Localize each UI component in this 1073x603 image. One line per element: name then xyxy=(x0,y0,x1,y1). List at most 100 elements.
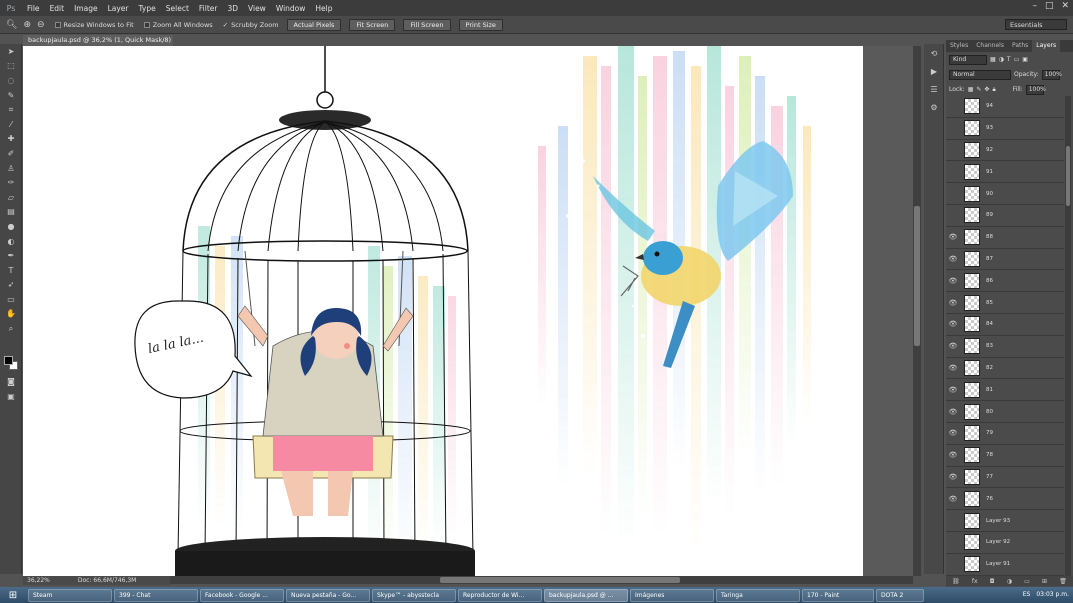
layer-row[interactable]: Layer 93 xyxy=(946,510,1064,532)
brush-tool-icon[interactable]: ✐ xyxy=(0,146,22,161)
crop-tool-icon[interactable]: ⌗ xyxy=(0,102,22,117)
quick-mask-icon[interactable]: ◙ xyxy=(0,374,22,389)
task-paint[interactable]: 170 - Paint xyxy=(802,588,874,602)
menu-image[interactable]: Image xyxy=(69,4,103,13)
menu-view[interactable]: View xyxy=(243,4,271,13)
blur-tool-icon[interactable]: ● xyxy=(0,219,22,234)
layer-row[interactable]: 90 xyxy=(946,183,1064,205)
link-layers-icon[interactable]: ⛓ xyxy=(952,578,960,585)
filter-type-icon[interactable]: T xyxy=(1007,56,1011,63)
quick-select-tool-icon[interactable]: ✎ xyxy=(0,88,22,103)
horizontal-scroll-thumb[interactable] xyxy=(440,577,680,583)
task-facebook[interactable]: Facebook - Google ... xyxy=(200,588,284,602)
scrubby-zoom-checkbox[interactable]: ✓ Scrubby Zoom xyxy=(223,21,279,29)
properties-icon[interactable]: ☰ xyxy=(924,80,944,98)
layer-row[interactable]: Layer 92 xyxy=(946,532,1064,554)
visibility-icon[interactable]: 👁︎ xyxy=(946,495,960,503)
filter-pixel-icon[interactable]: ▦ xyxy=(990,56,996,63)
stamp-tool-icon[interactable]: ♙ xyxy=(0,161,22,176)
close-icon[interactable]: ✕ xyxy=(1061,1,1069,11)
delete-layer-icon[interactable]: 🗑︎ xyxy=(1059,578,1067,585)
visibility-icon[interactable]: 👁︎ xyxy=(946,342,960,350)
path-select-icon[interactable]: ➶ xyxy=(0,278,22,293)
zoom-all-windows-checkbox[interactable]: Zoom All Windows xyxy=(143,21,213,29)
lock-all-icon[interactable]: 🔒︎ xyxy=(992,86,995,94)
kind-filter-select[interactable]: Kind xyxy=(949,54,987,65)
visibility-icon[interactable]: 👁︎ xyxy=(946,451,960,459)
layers-scroll-thumb[interactable] xyxy=(1066,146,1070,206)
zoom-in-icon[interactable]: ⊕ xyxy=(23,20,31,30)
task-skype[interactable]: Skype™ - abysstecla xyxy=(372,588,456,602)
task-new-tab[interactable]: Nueva pestaña - Go... xyxy=(286,588,370,602)
lasso-tool-icon[interactable]: ◌ xyxy=(0,73,22,88)
start-button-icon[interactable]: ⊞ xyxy=(0,587,26,603)
task-photoshop[interactable]: backupjaula.psd @ ... xyxy=(544,588,628,602)
healing-tool-icon[interactable]: ✚ xyxy=(0,132,22,147)
menu-type[interactable]: Type xyxy=(134,4,161,13)
zoom-level[interactable]: 36,22% xyxy=(27,577,50,584)
layer-row[interactable]: 93 xyxy=(946,118,1064,140)
dodge-tool-icon[interactable]: ◐ xyxy=(0,234,22,249)
layer-row[interactable]: 👁︎ 84 xyxy=(946,314,1064,336)
lock-pixels-icon[interactable]: ✎ xyxy=(976,86,981,93)
canvas-vertical-scrollbar[interactable] xyxy=(913,46,921,576)
task-dota[interactable]: DOTA 2 xyxy=(876,588,924,602)
canvas-area[interactable]: la la la... xyxy=(23,46,913,576)
actions-icon[interactable]: ▶ xyxy=(924,62,944,80)
task-steam[interactable]: Steam xyxy=(28,588,112,602)
fill-screen-button[interactable]: Fill Screen xyxy=(403,18,451,31)
eyedropper-tool-icon[interactable]: ⁄ xyxy=(0,117,22,132)
layers-scrollbar[interactable] xyxy=(1065,96,1071,576)
layer-row[interactable]: 👁︎ 83 xyxy=(946,336,1064,358)
fit-screen-button[interactable]: Fit Screen xyxy=(349,18,396,31)
visibility-icon[interactable]: 👁︎ xyxy=(946,386,960,394)
print-size-button[interactable]: Print Size xyxy=(458,18,503,31)
layer-row[interactable]: 94 xyxy=(946,96,1064,118)
layer-row[interactable]: 👁︎ 76 xyxy=(946,488,1064,511)
language-indicator[interactable]: ES xyxy=(1023,589,1031,601)
layer-row[interactable]: 92 xyxy=(946,140,1064,162)
layer-row[interactable]: 👁︎ 79 xyxy=(946,423,1064,445)
adjustments-icon[interactable]: ⚙ xyxy=(924,98,944,116)
shape-tool-icon[interactable]: ▭ xyxy=(0,292,22,307)
menu-filter[interactable]: Filter xyxy=(194,4,223,13)
layer-row[interactable]: 👁︎ 87 xyxy=(946,249,1064,271)
menu-edit[interactable]: Edit xyxy=(45,4,70,13)
blend-mode-select[interactable]: Normal xyxy=(949,69,1011,80)
gradient-tool-icon[interactable]: ▤ xyxy=(0,205,22,220)
tab-styles[interactable]: Styles xyxy=(946,40,972,52)
menu-layer[interactable]: Layer xyxy=(103,4,134,13)
layer-row[interactable]: 89 xyxy=(946,205,1064,227)
resize-windows-checkbox[interactable]: Resize Windows to Fit xyxy=(54,21,134,29)
move-tool-icon[interactable]: ➤ xyxy=(0,44,22,59)
filter-shape-icon[interactable]: ▭ xyxy=(1014,56,1020,63)
maximize-icon[interactable]: □ xyxy=(1045,1,1054,11)
visibility-icon[interactable]: 👁︎ xyxy=(946,233,960,241)
layer-row[interactable]: 👁︎ 82 xyxy=(946,358,1064,380)
filter-adjust-icon[interactable]: ◑ xyxy=(999,56,1004,63)
zoom-out-icon[interactable]: ⊖ xyxy=(37,20,45,30)
layer-row[interactable]: 91 xyxy=(946,161,1064,184)
visibility-icon[interactable]: 👁︎ xyxy=(946,364,960,372)
zoom-tool-panel-icon[interactable]: ⌕ xyxy=(0,321,22,336)
task-taringa[interactable]: Taringa xyxy=(716,588,800,602)
layer-row[interactable]: 👁︎ 86 xyxy=(946,270,1064,293)
visibility-icon[interactable]: 👁︎ xyxy=(946,299,960,307)
add-mask-icon[interactable]: ◘ xyxy=(990,578,995,585)
clock[interactable]: 03:03 p.m. xyxy=(1036,589,1069,601)
menu-3d[interactable]: 3D xyxy=(222,4,243,13)
history-icon[interactable]: ⟲ xyxy=(924,44,944,62)
workspace-select[interactable]: Essentials xyxy=(1005,19,1067,30)
task-chat[interactable]: 399 - Chat xyxy=(114,588,198,602)
layer-row[interactable]: Layer 91 xyxy=(946,554,1064,576)
minimize-icon[interactable]: – xyxy=(1032,1,1037,11)
document-tab[interactable]: backupjaula.psd @ 36,2% (1, Quick Mask/8… xyxy=(23,35,173,55)
eraser-tool-icon[interactable]: ▱ xyxy=(0,190,22,205)
new-layer-icon[interactable]: ⊞ xyxy=(1042,578,1047,585)
canvas-horizontal-scrollbar[interactable] xyxy=(170,576,913,584)
menu-file[interactable]: File xyxy=(22,4,45,13)
lock-position-icon[interactable]: ✥ xyxy=(984,86,989,93)
visibility-icon[interactable]: 👁︎ xyxy=(946,429,960,437)
adjustment-layer-icon[interactable]: ◑ xyxy=(1007,578,1012,585)
visibility-icon[interactable]: 👁︎ xyxy=(946,277,960,285)
